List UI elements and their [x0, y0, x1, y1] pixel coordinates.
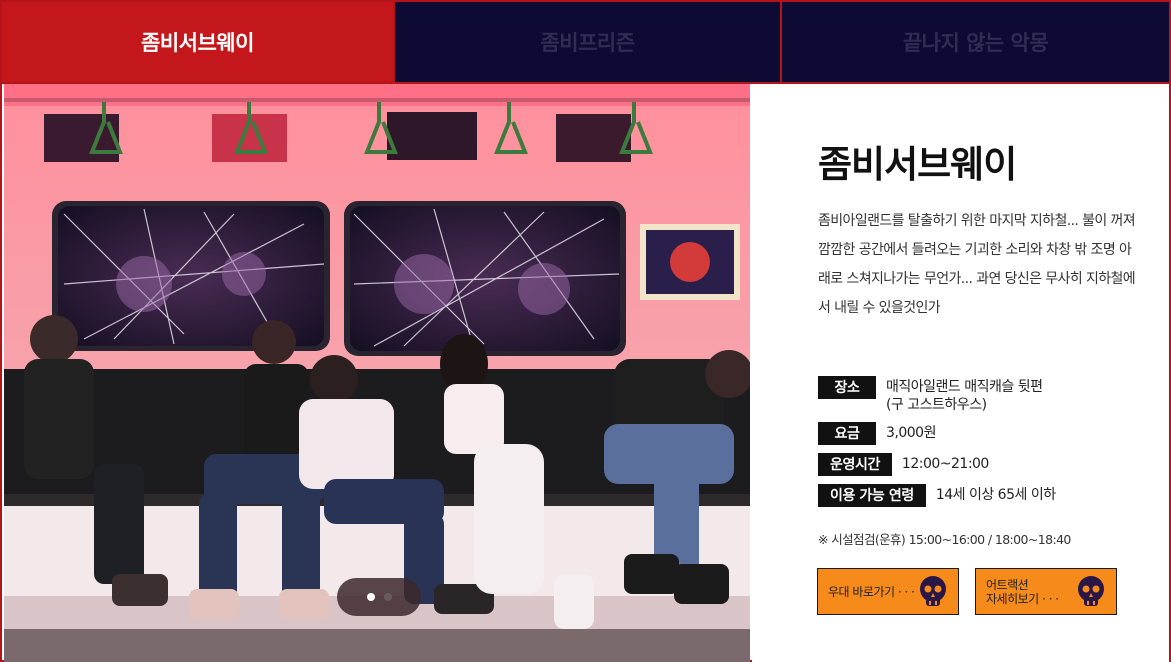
tab-bar: 좀비서브웨이 좀비프리즌 끝나지 않는 악몽 [2, 2, 1169, 82]
detail-label: 운영시간 [818, 453, 892, 476]
attraction-info-panel: 좀비서브웨이 좀비아일랜드를 탈출하기 위한 마지막 지하철... 불이 꺼져 … [752, 84, 1169, 662]
skull-icon [920, 576, 946, 606]
detail-value: 14세 이상 65세 이하 [935, 487, 1056, 503]
detail-row-location: 장소 매직아일랜드 매직캐슬 뒷편 (구 고스트하우스) [818, 376, 1158, 414]
attraction-details: 장소 매직아일랜드 매직캐슬 뒷편 (구 고스트하우스) 요금 3,000원 운… [818, 376, 1158, 515]
detail-value: 12:00~21:00 [901, 456, 989, 472]
tab-zombie-subway[interactable]: 좀비서브웨이 [2, 2, 393, 82]
action-buttons: 우대 바로가기 · · · 어트랙션 자세히보기 · · · [817, 568, 1117, 615]
button-label: 우대 바로가기 · · · [828, 584, 915, 599]
maintenance-note: ※ 시설점검(운휴) 15:00~16:00 / 18:00~18:40 [818, 532, 1071, 547]
slider-pagination [337, 578, 421, 616]
attraction-photo [4, 84, 750, 662]
detail-row-fee: 요금 3,000원 [818, 422, 1158, 445]
detail-value: 매직아일랜드 매직캐슬 뒷편 (구 고스트하우스) [886, 379, 1043, 413]
button-label: 어트랙션 자세히보기 · · · [986, 577, 1059, 606]
tab-endless-nightmare[interactable]: 끝나지 않는 악몽 [780, 2, 1169, 82]
slider-dot-1[interactable] [366, 593, 375, 601]
attraction-widget: 좀비서브웨이 좀비프리즌 끝나지 않는 악몽 좀비서브웨이 좀비아일랜드를 탈출… [0, 0, 1171, 662]
detail-value: 3,000원 [886, 425, 936, 441]
detail-label: 장소 [818, 376, 876, 399]
detail-row-hours: 운영시간 12:00~21:00 [818, 453, 1158, 476]
slider-dot-2[interactable] [383, 593, 392, 601]
attraction-title: 좀비서브웨이 [818, 143, 1017, 186]
attraction-detail-button[interactable]: 어트랙션 자세히보기 · · · [975, 568, 1117, 615]
detail-label: 요금 [818, 422, 876, 445]
skull-icon [1078, 576, 1104, 606]
attraction-description: 좀비아일랜드를 탈출하기 위한 마지막 지하철... 불이 꺼져 깜깜한 공간에… [818, 213, 1136, 316]
detail-row-age: 이용 가능 연령 14세 이상 65세 이하 [818, 484, 1158, 507]
tab-zombie-prison[interactable]: 좀비프리즌 [393, 2, 780, 82]
detail-label: 이용 가능 연령 [818, 484, 926, 507]
discount-link-button[interactable]: 우대 바로가기 · · · [817, 568, 959, 615]
